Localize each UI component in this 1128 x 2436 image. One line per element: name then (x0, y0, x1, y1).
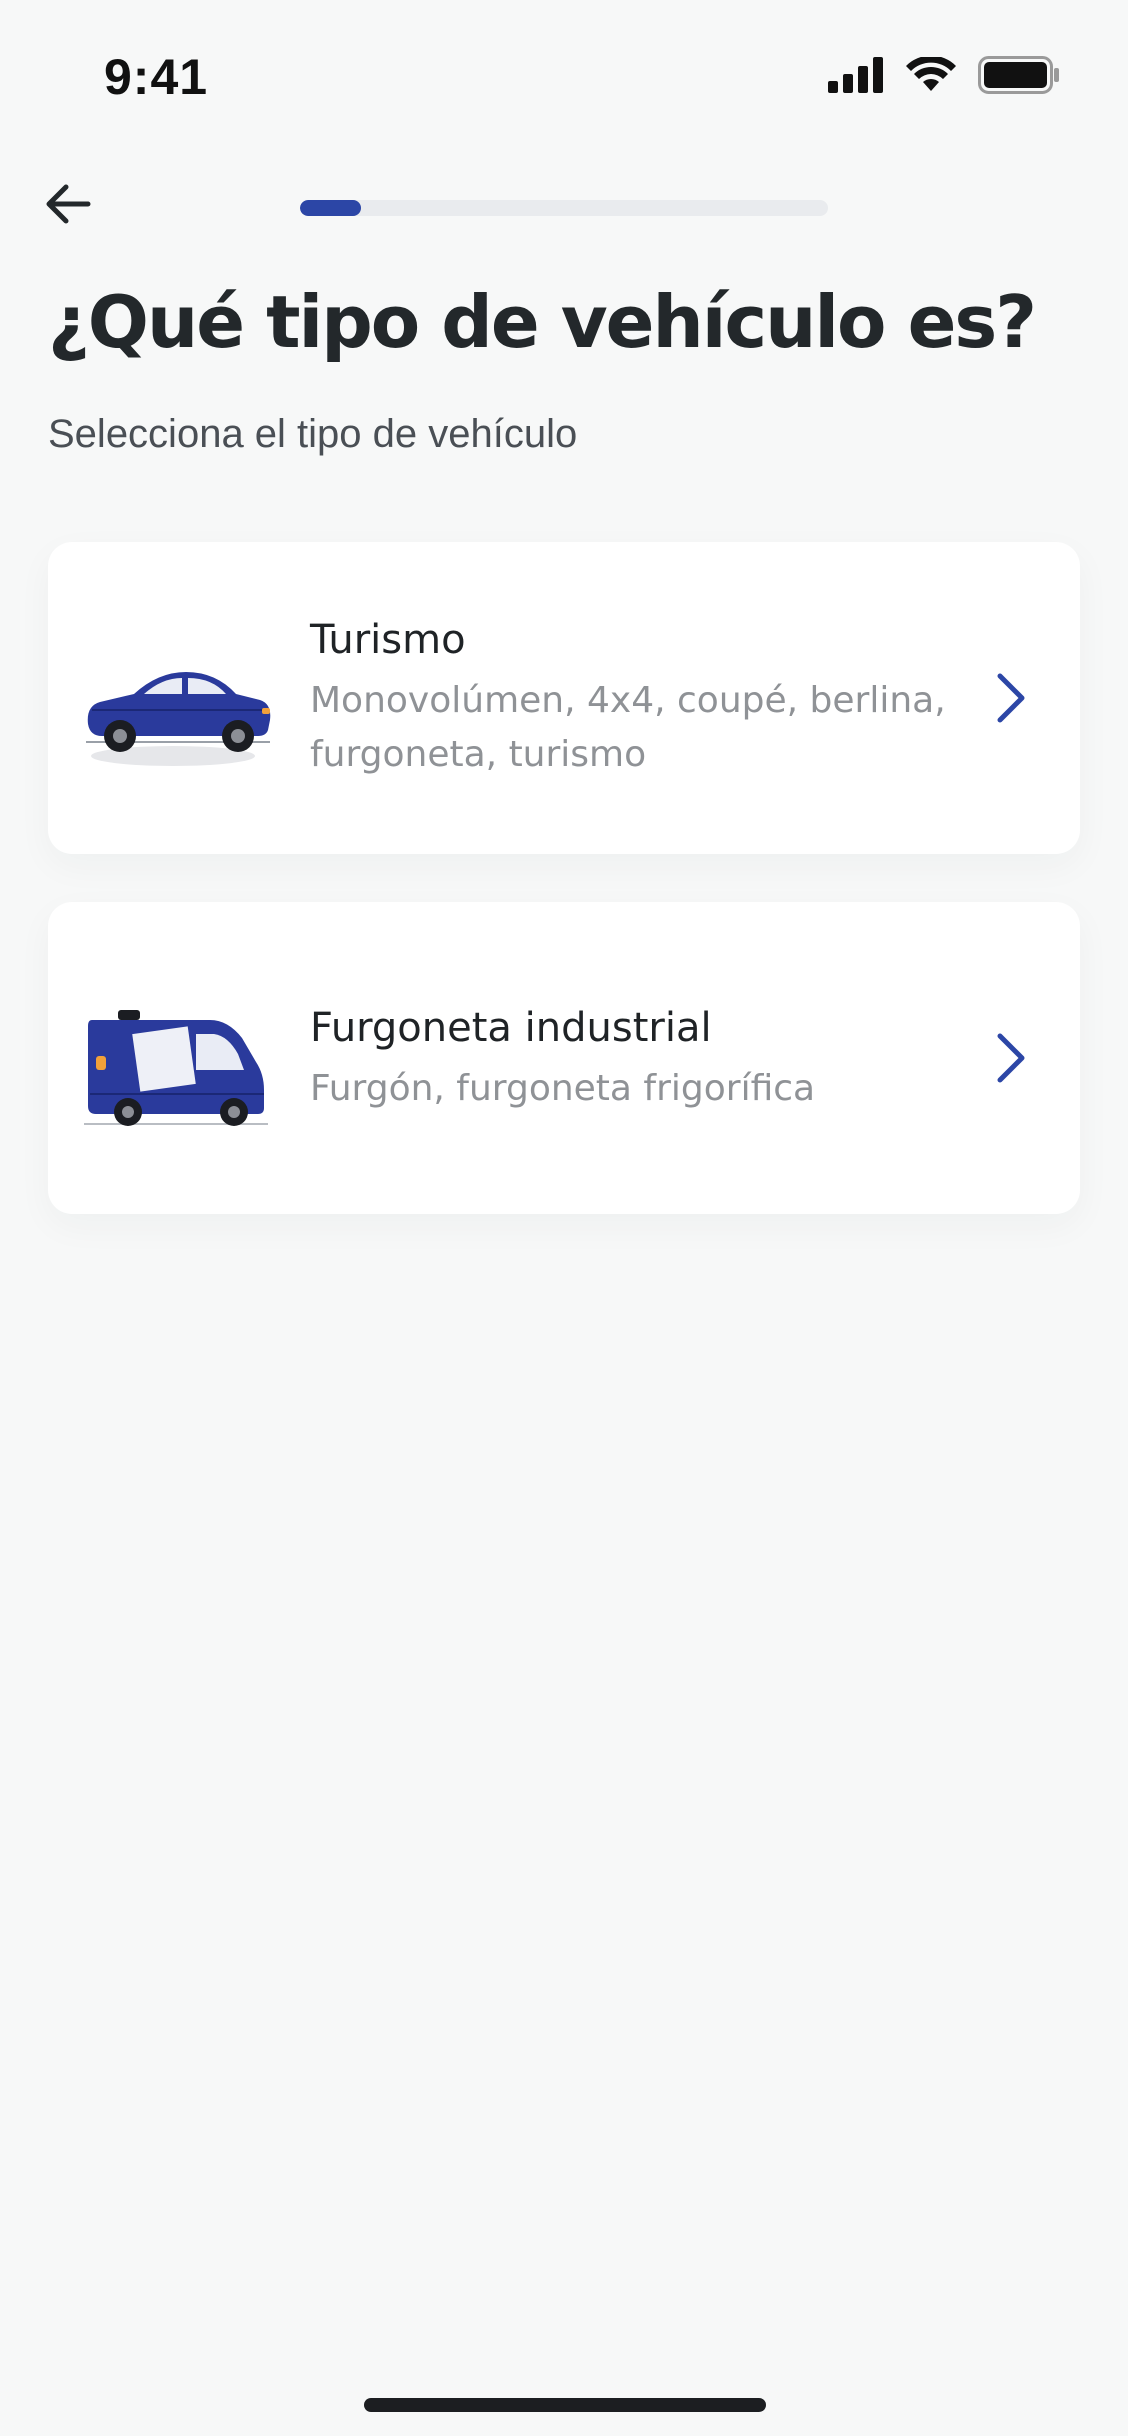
progress-bar (300, 200, 828, 216)
page-subtitle: Selecciona el tipo de vehículo (48, 412, 578, 456)
back-button[interactable] (36, 174, 100, 238)
car-illustration (78, 632, 278, 782)
status-icons (828, 55, 1060, 98)
card-title: Turismo (310, 617, 466, 663)
page-title: ¿Qué tipo de vehículo es? (48, 280, 1037, 364)
card-title: Furgoneta industrial (310, 1005, 712, 1051)
status-bar: 9:41 (0, 0, 1128, 150)
battery-icon (978, 56, 1060, 98)
chevron-right-icon (990, 668, 1030, 728)
status-time: 9:41 (104, 49, 209, 105)
card-description: Monovolúmen, 4x4, coupé, berlina, furgon… (310, 680, 946, 775)
arrow-left-icon (44, 182, 92, 230)
chevron-right-icon (990, 1028, 1030, 1088)
card-text: Turismo Monovolúmen, 4x4, coupé, berlina… (310, 612, 990, 782)
option-card-furgoneta-industrial[interactable]: Furgoneta industrial Furgón, furgoneta f… (48, 902, 1080, 1214)
vehicle-type-screen: 9:41 ¿Qué tipo de vehículo es? Seleccion… (0, 0, 1128, 2436)
card-text: Furgoneta industrial Furgón, furgoneta f… (310, 1000, 990, 1116)
cellular-signal-icon (828, 57, 884, 97)
home-indicator (364, 2398, 766, 2412)
van-illustration (78, 990, 278, 1140)
option-card-turismo[interactable]: Turismo Monovolúmen, 4x4, coupé, berlina… (48, 542, 1080, 854)
wifi-icon (906, 55, 956, 97)
card-description: Furgón, furgoneta frigorífica (310, 1068, 816, 1109)
progress-bar-fill (300, 200, 361, 216)
